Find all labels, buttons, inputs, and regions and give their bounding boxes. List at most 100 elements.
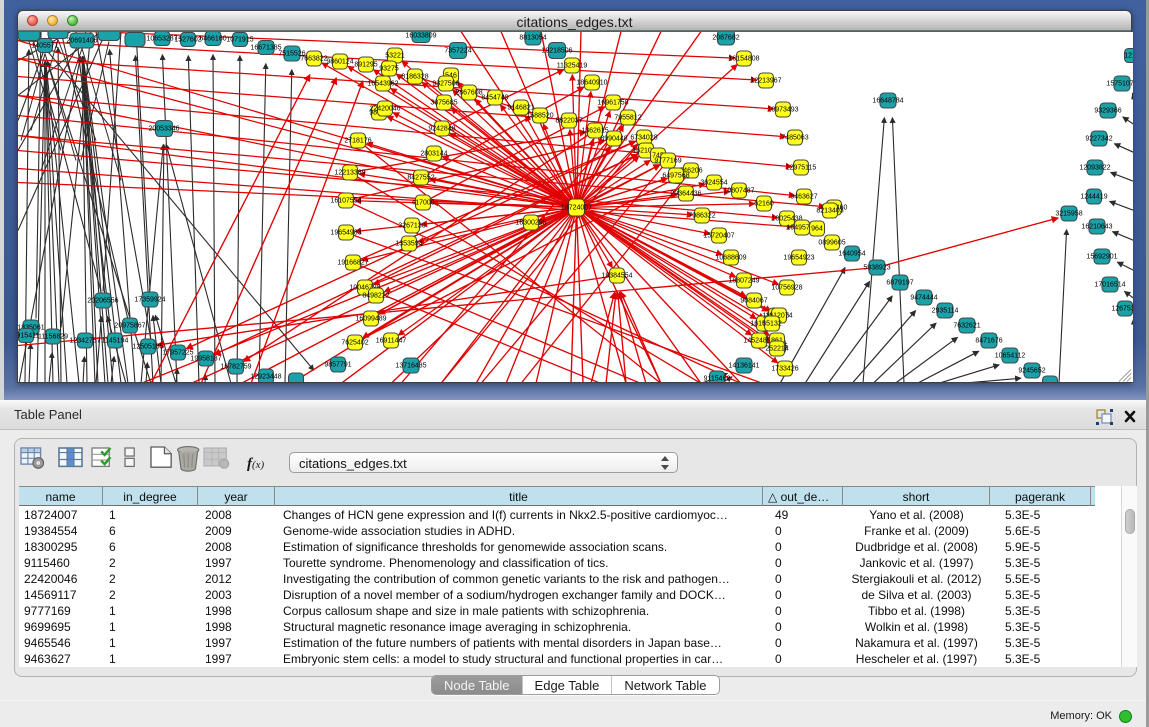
svg-text:10807487: 10807487 (723, 188, 754, 195)
svg-text:18300295: 18300295 (515, 220, 546, 227)
svg-text:8990448: 8990448 (600, 136, 627, 143)
svg-text:6466160: 6466160 (199, 36, 226, 43)
svg-text:(x): (x) (252, 459, 265, 471)
svg-text:15751074: 15751074 (1106, 81, 1133, 88)
svg-text:7485063: 7485063 (781, 135, 808, 142)
svg-text:9327508: 9327508 (432, 81, 459, 88)
svg-text:891295: 891295 (354, 62, 377, 69)
svg-text:11156829: 11156829 (38, 334, 68, 341)
svg-text:9245652: 9245652 (1018, 368, 1045, 375)
svg-text:8498222: 8498222 (362, 293, 389, 300)
svg-text:16033809: 16033809 (405, 33, 436, 40)
svg-text:16154808: 16154808 (728, 56, 759, 63)
svg-text:65132: 65132 (762, 321, 782, 328)
svg-text:7357224: 7357224 (444, 48, 471, 55)
svg-text:7625402: 7625402 (341, 340, 368, 347)
svg-text:9857791: 9857791 (324, 362, 351, 369)
svg-text:6497568: 6497568 (662, 173, 689, 180)
svg-text:7663822: 7663822 (300, 56, 327, 63)
svg-text:9474444: 9474444 (910, 295, 937, 302)
svg-text:20053346: 20053346 (148, 126, 179, 133)
svg-text:19958187: 19958187 (190, 356, 221, 363)
svg-text:19384554: 19384554 (601, 273, 632, 280)
svg-text:2803144: 2803144 (420, 151, 447, 158)
svg-text:1588520: 1588520 (526, 113, 553, 120)
svg-text:1353594: 1353594 (395, 241, 422, 248)
svg-text:7986322: 7986322 (688, 213, 715, 220)
svg-text:6879197: 6879197 (886, 280, 913, 287)
svg-text:10653287: 10653287 (146, 36, 177, 43)
svg-text:6734028: 6734028 (630, 135, 657, 142)
svg-text:5938923: 5938923 (863, 265, 890, 272)
svg-text:16107554: 16107554 (330, 198, 361, 205)
svg-text:20975867: 20975867 (114, 323, 145, 330)
svg-text:2935114: 2935114 (932, 308, 959, 315)
svg-text:9463627: 9463627 (790, 194, 817, 201)
svg-text:8813054: 8813054 (519, 35, 546, 42)
svg-text:9860124: 9860124 (326, 59, 353, 66)
svg-text:13716485: 13716485 (395, 363, 426, 370)
svg-text:7632621: 7632621 (953, 323, 980, 330)
svg-text:10756928: 10756928 (771, 285, 802, 292)
svg-text:964: 964 (811, 226, 823, 233)
svg-text:12342757: 12342757 (69, 338, 100, 345)
svg-text:8471676: 8471676 (975, 338, 1002, 345)
svg-text:19654983: 19654983 (330, 230, 361, 237)
svg-text:9146821: 9146821 (507, 105, 534, 112)
svg-text:3915411: 3915411 (18, 333, 39, 340)
svg-text:3215958: 3215958 (1055, 211, 1082, 218)
svg-text:16099489: 16099489 (355, 316, 386, 323)
svg-text:2718176: 2718176 (344, 138, 371, 145)
svg-text:16782759: 16782759 (220, 364, 251, 371)
svg-text:417006: 417006 (411, 200, 434, 207)
svg-text:17016514: 17016514 (1094, 282, 1125, 289)
svg-text:16671385: 16671385 (250, 45, 281, 52)
svg-text:9242848: 9242848 (428, 126, 455, 133)
svg-text:10654112: 10654112 (995, 353, 1026, 360)
svg-text:16543962: 16543962 (367, 81, 398, 88)
svg-text:15692901: 15692901 (1086, 254, 1117, 261)
svg-text:12975115: 12975115 (786, 165, 817, 172)
svg-text:1244419: 1244419 (1080, 194, 1107, 201)
svg-text:12213389: 12213389 (334, 170, 365, 177)
svg-text:9084067: 9084067 (740, 298, 767, 305)
svg-text:1145194: 1145194 (102, 338, 129, 345)
svg-text:8822037: 8822037 (555, 118, 582, 125)
svg-text:9329366: 9329366 (1094, 108, 1121, 115)
svg-text:1362615: 1362615 (581, 128, 608, 135)
svg-text:14136141: 14136141 (728, 363, 759, 370)
svg-text:16210643: 16210643 (1081, 224, 1112, 231)
svg-text:93275: 93275 (379, 66, 399, 73)
svg-text:8454749: 8454749 (481, 95, 508, 102)
svg-text:17957225: 17957225 (162, 350, 193, 357)
svg-text:16911447: 16911447 (376, 338, 407, 345)
svg-text:8213403: 8213403 (816, 208, 843, 215)
svg-text:16648784: 16648784 (872, 98, 903, 105)
svg-text:2867608: 2867608 (455, 90, 482, 97)
svg-text:9777169: 9777169 (654, 158, 681, 165)
svg-text:1217: 1217 (1124, 53, 1133, 60)
svg-text:0899605: 0899605 (818, 240, 845, 247)
svg-text:9227342: 9227342 (1085, 136, 1112, 143)
svg-text:9115462: 9115462 (704, 376, 731, 382)
svg-text:3624554: 3624554 (700, 180, 727, 187)
svg-text:18807249: 18807249 (728, 278, 759, 285)
svg-text:1267534: 1267534 (1111, 306, 1133, 313)
svg-text:2087682: 2087682 (712, 35, 739, 42)
svg-text:20206556: 20206556 (87, 298, 118, 305)
svg-text:15720407: 15720407 (703, 233, 734, 240)
svg-text:19654923: 19654923 (783, 255, 814, 262)
svg-text:12213967: 12213967 (750, 78, 781, 85)
svg-text:11325419: 11325419 (557, 63, 588, 70)
svg-text:18724007: 18724007 (561, 205, 592, 212)
svg-text:20364436: 20364436 (670, 191, 701, 198)
svg-text:12923448: 12923448 (250, 374, 281, 381)
svg-text:19166827: 19166827 (337, 260, 368, 267)
svg-text:16961758: 16961758 (597, 100, 628, 107)
svg-text:12093822: 12093822 (1079, 165, 1110, 172)
svg-text:3267130: 3267130 (398, 223, 425, 230)
svg-text:1071915: 1071915 (226, 37, 253, 44)
svg-text:62160: 62160 (754, 201, 774, 208)
svg-text:10688609: 10688609 (715, 255, 746, 262)
svg-text:1527602: 1527602 (174, 37, 201, 44)
